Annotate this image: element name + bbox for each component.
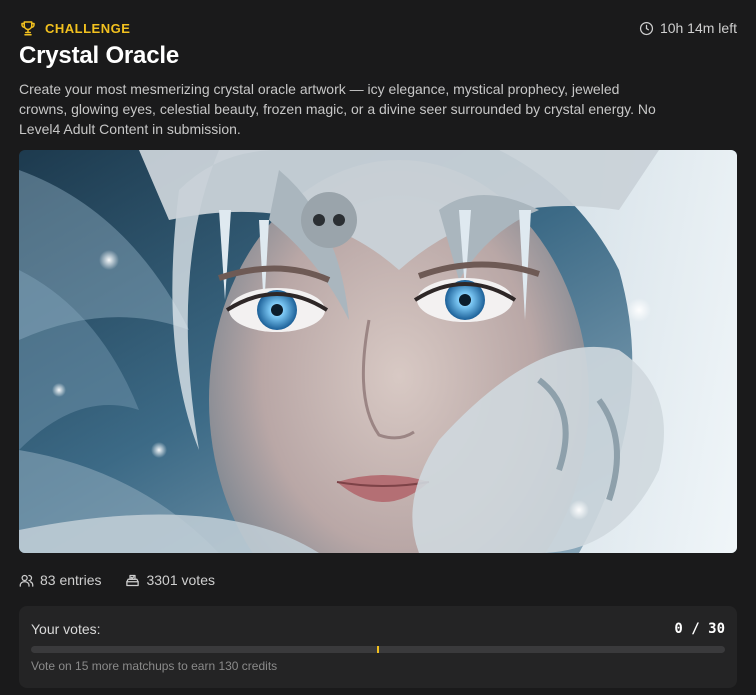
trophy-icon	[19, 19, 37, 37]
challenge-description: Create your most mesmerizing crystal ora…	[19, 81, 656, 137]
votes-progress-bar	[31, 646, 725, 653]
users-icon	[19, 573, 34, 588]
challenge-title: Crystal Oracle	[19, 42, 179, 69]
time-remaining: 10h 14m left	[639, 20, 737, 36]
challenge-badge-label: CHALLENGE	[45, 20, 131, 36]
time-remaining-text: 10h 14m left	[659, 20, 737, 36]
your-votes-count: 0 / 30	[674, 621, 725, 637]
featured-artwork[interactable]	[19, 150, 737, 553]
votes-stat: 3301 votes	[125, 572, 215, 588]
challenge-stats: 83 entries 3301 votes	[19, 571, 215, 589]
clock-icon	[639, 21, 654, 36]
challenge-badge: CHALLENGE	[19, 19, 130, 37]
credits-hint: Vote on 15 more matchups to earn 130 cre…	[31, 659, 278, 673]
votes-count-stat: 3301 votes	[146, 572, 215, 588]
challenge-header: CHALLENGE 10h 14m left	[19, 17, 737, 39]
ballot-box-icon	[125, 573, 140, 588]
your-votes-panel: Your votes: 0 / 30 Vote on 15 more match…	[19, 606, 737, 688]
entries-count: 83 entries	[40, 572, 102, 588]
credit-milestone-marker	[377, 646, 379, 653]
entries-stat: 83 entries	[19, 572, 101, 588]
your-votes-label: Your votes:	[31, 621, 101, 637]
